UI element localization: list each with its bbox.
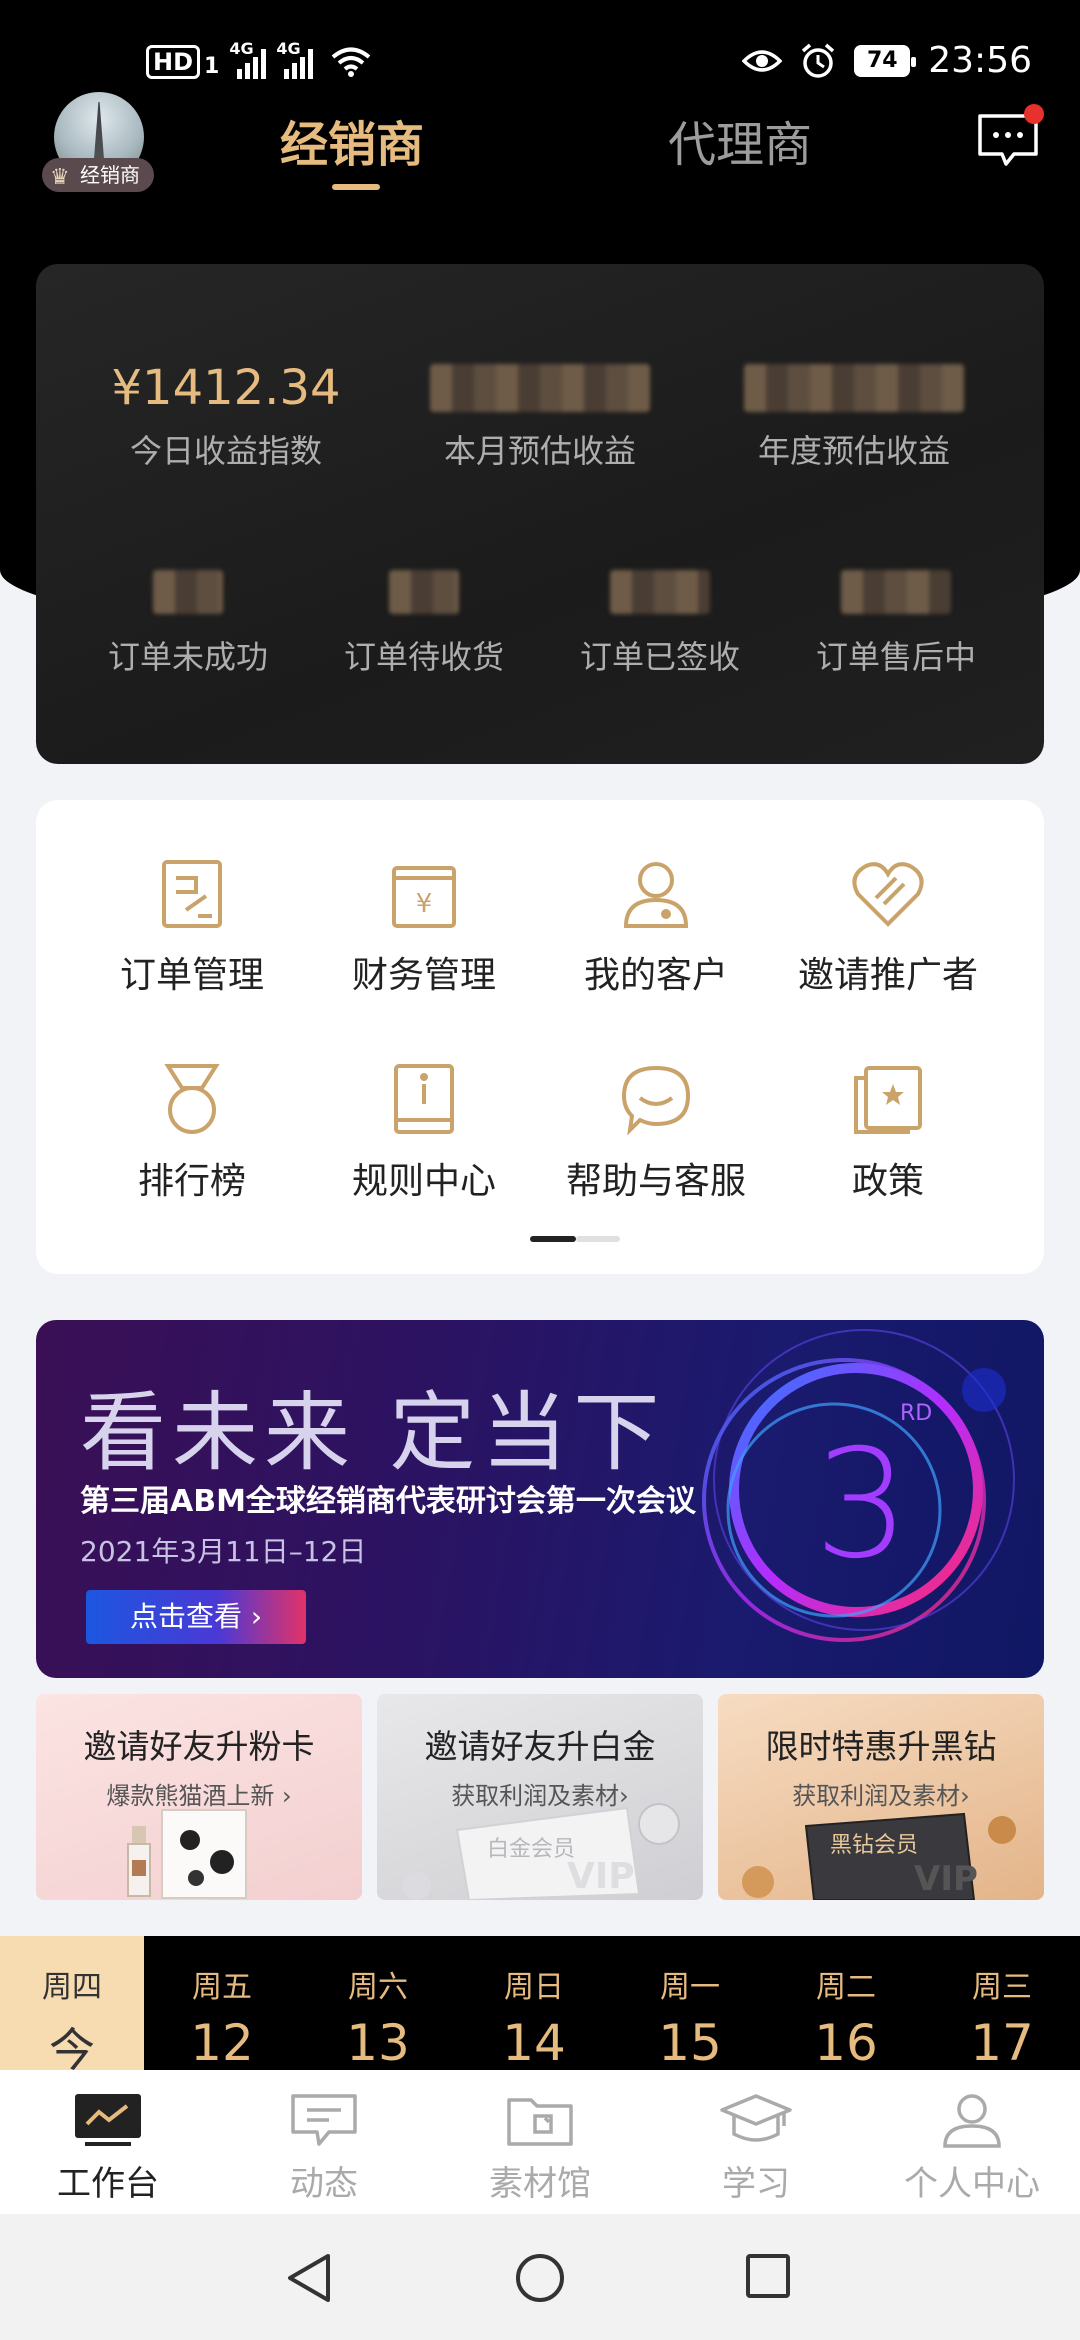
- feed-icon: [291, 2094, 357, 2146]
- event-banner[interactable]: 3 RD 看未来 定当下 第三届ABM全球经销商代表研讨会第一次会议 2021年…: [36, 1320, 1044, 1678]
- promo-card-pink[interactable]: 邀请好友升粉卡 爆款熊猫酒上新 ›: [36, 1694, 362, 1900]
- month-earnings-value-hidden: [430, 364, 650, 412]
- svg-text:白金会员: 白金会员: [487, 1837, 575, 1862]
- month-earnings[interactable]: 本月预估收益: [390, 358, 690, 472]
- banner-date: 2021年3月11日–12日: [80, 1535, 367, 1568]
- medal-icon: [164, 1064, 220, 1134]
- promo-title: 限时特惠升黑钻: [765, 1727, 997, 1766]
- order-stat-signed[interactable]: 订单已签收: [542, 564, 778, 678]
- svg-text:VIP: VIP: [914, 1859, 978, 1899]
- workbench-icon: [75, 2094, 141, 2146]
- promo-title: 邀请好友升白金: [424, 1727, 656, 1766]
- battery-icon: 74: [854, 44, 917, 77]
- day-item[interactable]: 周二 16: [768, 1936, 924, 2072]
- nav-learning[interactable]: 学习: [648, 2070, 864, 2214]
- finance-icon: ¥: [392, 866, 456, 928]
- back-icon[interactable]: [284, 2252, 334, 2304]
- order-stat-failed[interactable]: 订单未成功: [70, 564, 306, 678]
- menu-my-customers[interactable]: 我的客户: [536, 856, 776, 998]
- eye-icon: [742, 49, 783, 72]
- recents-icon[interactable]: [744, 2252, 792, 2300]
- material-folder-icon: [507, 2098, 573, 2146]
- banner-badge-number: 3: [814, 1418, 909, 1592]
- function-menu: 订单管理 ¥ 财务管理 我的客户 邀请推广者 排行榜 规则中心 帮助与客服 政策: [36, 800, 1044, 1274]
- banner-view-button[interactable]: 点击查看 ›: [86, 1590, 306, 1644]
- day-item[interactable]: 周六 13: [300, 1936, 456, 2072]
- bottom-navigation: 工作台 动态 素材馆 学习 个人中心: [0, 2070, 1080, 2214]
- hd-indicator: HD: [146, 44, 201, 79]
- promo-title: 邀请好友升粉卡: [83, 1727, 315, 1766]
- profile-icon: [943, 2094, 1001, 2148]
- year-earnings[interactable]: 年度预估收益: [704, 358, 1004, 472]
- tab-dealer[interactable]: 经销商: [280, 105, 424, 175]
- invite-heart-icon: [852, 862, 924, 927]
- graduation-cap-icon: [720, 2094, 792, 2142]
- today-earnings[interactable]: ¥1412.34 今日收益指数: [76, 358, 376, 472]
- customer-icon: [623, 862, 689, 928]
- day-item[interactable]: 周一 15: [612, 1936, 768, 2072]
- policy-icon: [854, 1066, 922, 1134]
- day-item[interactable]: 周五 12: [144, 1936, 300, 2072]
- platinum-card-image: 白金会员 VIP: [403, 1803, 680, 1900]
- year-earnings-value-hidden: [744, 364, 964, 412]
- sim-indicator: 1: [204, 54, 220, 79]
- role-badge: ♛ 经销商: [42, 158, 154, 192]
- order-stat-aftersale[interactable]: 订单售后中: [778, 564, 1014, 678]
- order-stat-pending[interactable]: 订单待收货: [306, 564, 542, 678]
- banner-rings-graphic: 3 RD: [702, 1329, 1015, 1642]
- week-calendar: 周四 今 周五 12 周六 13 周日 14 周一 15 周二 16 周三 17: [0, 1936, 1080, 2077]
- active-tab-indicator: [332, 184, 380, 190]
- svg-text:VIP: VIP: [567, 1856, 635, 1897]
- banner-badge-sup: RD: [900, 1401, 932, 1426]
- nav-feed[interactable]: 动态: [216, 2070, 432, 2214]
- order-icon: [162, 860, 222, 928]
- svg-text:黑钻会员: 黑钻会员: [830, 1833, 918, 1858]
- support-icon: [621, 1065, 691, 1136]
- home-icon[interactable]: [514, 2252, 566, 2304]
- day-item[interactable]: 周日 14: [456, 1936, 612, 2072]
- signal-icon-2: 4G: [276, 39, 314, 79]
- menu-invite-promoter[interactable]: 邀请推广者: [768, 856, 1008, 998]
- menu-policy[interactable]: 政策: [768, 1062, 1008, 1204]
- panda-liquor-image: [127, 1809, 247, 1899]
- promo-card-black-diamond[interactable]: 限时特惠升黑钻 获取利润及素材› 黑钻会员 VIP: [718, 1694, 1044, 1900]
- today-earnings-label: 今日收益指数: [129, 432, 322, 470]
- menu-order-management[interactable]: 订单管理: [72, 856, 312, 998]
- nav-profile[interactable]: 个人中心: [864, 2070, 1080, 2214]
- banner-headline: 看未来 定当下: [80, 1383, 666, 1483]
- menu-leaderboard[interactable]: 排行榜: [72, 1062, 312, 1204]
- nav-workbench[interactable]: 工作台: [0, 2070, 216, 2214]
- earnings-card: ¥1412.34 今日收益指数 本月预估收益 年度预估收益 订单未成功 订单待收…: [36, 264, 1044, 764]
- alarm-icon: [802, 43, 835, 78]
- status-bar: HD 1 4G 4G 74 23:56: [0, 0, 1080, 130]
- black-diamond-card-image: 黑钻会员 VIP: [742, 1812, 1016, 1900]
- clock: 23:56: [928, 40, 1032, 81]
- rules-book-icon: [394, 1064, 454, 1134]
- today-earnings-value: ¥1412.34: [111, 360, 341, 416]
- page-indicator: [530, 1236, 620, 1242]
- tab-agent[interactable]: 代理商: [668, 105, 812, 175]
- wifi-icon: [332, 47, 371, 77]
- promo-card-platinum[interactable]: 邀请好友升白金 获取利润及素材› 白金会员 VIP: [377, 1694, 703, 1900]
- banner-subtitle: 第三届ABM全球经销商代表研讨会第一次会议: [80, 1484, 696, 1519]
- day-today[interactable]: 周四 今: [0, 1936, 144, 2077]
- signal-icon: 4G: [229, 39, 267, 79]
- month-earnings-label: 本月预估收益: [443, 432, 636, 470]
- notification-dot: [1024, 104, 1044, 124]
- day-item[interactable]: 周三 17: [924, 1936, 1080, 2072]
- svg-text:¥: ¥: [416, 889, 433, 919]
- nav-material-library[interactable]: 素材馆: [432, 2070, 648, 2214]
- year-earnings-label: 年度预估收益: [757, 432, 950, 470]
- menu-help-support[interactable]: 帮助与客服: [536, 1062, 776, 1204]
- system-navigation-bar: [0, 2214, 1080, 2340]
- menu-rules-center[interactable]: 规则中心: [304, 1062, 544, 1204]
- menu-finance-management[interactable]: ¥ 财务管理: [304, 856, 544, 998]
- crown-icon: ♛: [50, 165, 70, 190]
